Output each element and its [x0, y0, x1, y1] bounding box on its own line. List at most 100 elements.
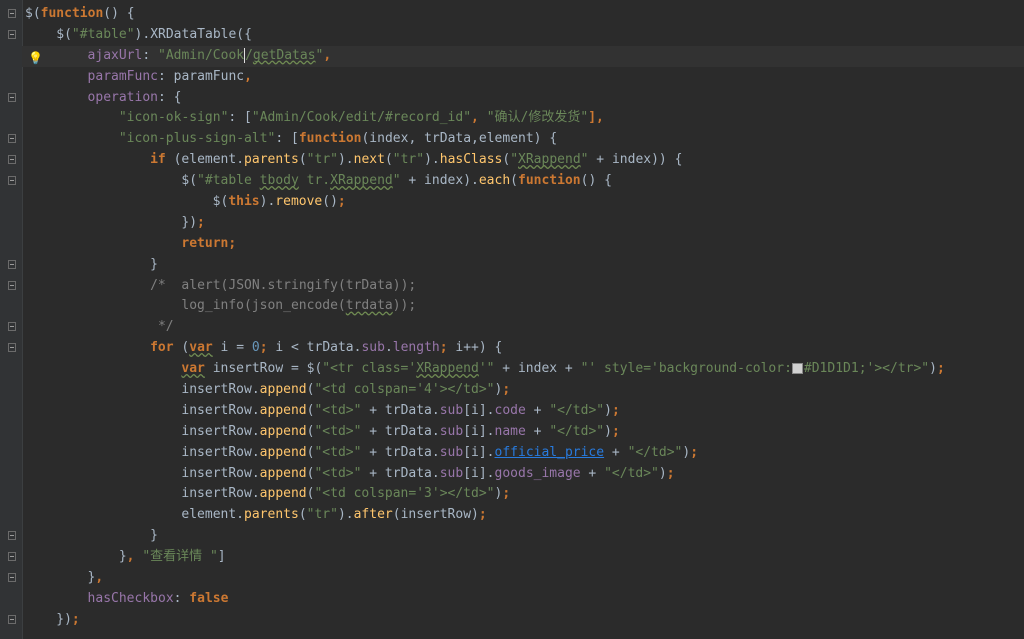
code-line[interactable]: $(function() {: [8, 4, 1024, 25]
fold-toggle-icon[interactable]: [8, 92, 16, 102]
fold-toggle-icon[interactable]: [8, 134, 16, 144]
code-line[interactable]: element.parents("tr").after(insertRow);: [24, 505, 1024, 526]
code-token: "Admin/Cook: [158, 47, 245, 63]
code-line-content: ajaxUrl: "Admin/Cook/getDatas",: [24, 46, 331, 67]
fold-toggle-icon[interactable]: [8, 343, 16, 353]
code-token: '": [478, 361, 495, 377]
code-line[interactable]: if (element.parents("tr").next("tr").has…: [8, 150, 1024, 171]
code-token: ,: [126, 549, 143, 565]
code-area[interactable]: $(function() {$("#table").XRDataTable({💡…: [8, 4, 1024, 631]
code-token: }): [181, 214, 198, 230]
code-token: .: [384, 340, 393, 356]
code-line[interactable]: insertRow.append("<td>" + trData.sub[i].…: [24, 464, 1024, 485]
code-token: parents: [244, 152, 299, 168]
color-swatch-icon[interactable]: [791, 363, 803, 375]
code-line[interactable]: paramFunc: paramFunc,: [24, 67, 1024, 88]
fold-toggle-icon[interactable]: [8, 155, 16, 165]
code-token: parents: [244, 507, 299, 523]
code-line[interactable]: });: [8, 610, 1024, 631]
code-line[interactable]: }, "查看详情 "]: [8, 547, 1024, 568]
fold-toggle-icon[interactable]: [8, 29, 16, 39]
code-token: ).: [424, 152, 440, 168]
code-token: goods_image: [494, 465, 581, 481]
code-line-content: insertRow.append("<td colspan='4'></td>"…: [24, 380, 510, 401]
code-line[interactable]: },: [8, 568, 1024, 589]
code-token: ;: [502, 486, 511, 502]
code-token: hasClass: [439, 152, 503, 168]
code-line-content: for (var i = 0; i < trData.sub.length; i…: [24, 338, 502, 359]
code-token: log_info(json_encode(: [181, 298, 346, 314]
code-token: () {: [103, 6, 135, 21]
code-line-content: hasCheckbox: false: [24, 589, 229, 610]
code-line[interactable]: hasCheckbox: false: [24, 589, 1024, 610]
code-line[interactable]: log_info(json_encode(trdata));: [24, 296, 1024, 317]
code-line-content: }: [24, 526, 158, 547]
code-line-content: $(function() {: [24, 4, 135, 25]
code-line[interactable]: /* alert(JSON.stringify(trData));: [8, 276, 1024, 297]
code-line[interactable]: */: [8, 317, 1024, 338]
code-token: after: [353, 507, 393, 523]
code-token: paramFunc: [87, 68, 158, 84]
fold-toggle-icon[interactable]: [8, 531, 16, 541]
code-line[interactable]: }: [8, 526, 1024, 547]
code-token: sub: [439, 423, 464, 439]
code-line[interactable]: for (var i = 0; i < trData.sub.length; i…: [8, 338, 1024, 359]
fold-toggle-icon[interactable]: [8, 259, 16, 269]
code-token: "</td>": [549, 402, 605, 418]
code-line-content: }, "查看详情 "]: [24, 547, 226, 568]
fold-toggle-icon[interactable]: [8, 322, 16, 332]
fold-toggle-icon[interactable]: [8, 552, 16, 562]
code-line[interactable]: "icon-ok-sign": ["Admin/Cook/edit/#recor…: [24, 108, 1024, 129]
fold-toggle-icon[interactable]: [8, 9, 16, 18]
code-line[interactable]: $(this).remove();: [24, 192, 1024, 213]
code-line-content: $(this).remove();: [24, 192, 346, 213]
code-token: i < trData.: [275, 340, 362, 356]
code-token: function: [40, 6, 104, 21]
code-token: "</td>": [604, 465, 659, 481]
code-token: 0: [251, 340, 260, 356]
code-line[interactable]: insertRow.append("<td>" + trData.sub[i].…: [24, 401, 1024, 422]
code-token: (: [384, 152, 393, 168]
code-token: operation: [87, 89, 158, 105]
code-line-content: if (element.parents("tr").next("tr").has…: [24, 150, 682, 171]
code-line[interactable]: "icon-plus-sign-alt": [function(index, t…: [8, 129, 1024, 150]
code-token: "<tr class=': [322, 361, 417, 377]
code-line[interactable]: 💡 ajaxUrl: "Admin/Cook/getDatas",: [22, 45, 1024, 69]
code-token: XRappend: [330, 173, 393, 189]
code-line[interactable]: operation: {: [8, 88, 1024, 109]
code-line-content: element.parents("tr").after(insertRow);: [24, 505, 486, 526]
code-line[interactable]: var insertRow = $("<tr class='XRappend'"…: [24, 359, 1024, 380]
code-token: : [: [228, 110, 252, 126]
fold-toggle-icon[interactable]: [8, 176, 16, 186]
code-token: ).XRDataTable({: [134, 26, 252, 42]
code-token: ): [929, 361, 937, 377]
fold-toggle-icon[interactable]: [8, 614, 16, 624]
code-token: "#table: [197, 173, 260, 189]
intention-bulb-icon[interactable]: 💡: [28, 48, 43, 69]
code-line[interactable]: insertRow.append("<td>" + trData.sub[i].…: [24, 422, 1024, 443]
code-token: }: [150, 256, 158, 272]
code-line[interactable]: $("#table tbody tr.XRappend" + index).ea…: [8, 171, 1024, 192]
code-line[interactable]: insertRow.append("<td colspan='3'></td>"…: [24, 484, 1024, 505]
code-editor[interactable]: $(function() {$("#table").XRDataTable({💡…: [0, 0, 1024, 639]
code-line[interactable]: }: [8, 255, 1024, 276]
fold-toggle-icon[interactable]: [8, 280, 16, 290]
code-line[interactable]: insertRow.append("<td colspan='4'></td>"…: [24, 380, 1024, 401]
code-token: official_price: [494, 444, 605, 460]
code-line[interactable]: insertRow.append("<td>" + trData.sub[i].…: [24, 443, 1024, 464]
code-token: :: [158, 68, 174, 84]
code-line[interactable]: return;: [24, 234, 1024, 255]
code-token: "tr": [392, 152, 425, 168]
code-token: }: [118, 549, 127, 565]
code-line-content: $("#table tbody tr.XRappend" + index).ea…: [24, 171, 612, 192]
fold-toggle-icon[interactable]: [8, 573, 16, 583]
code-line[interactable]: });: [24, 213, 1024, 234]
code-token: :: [173, 590, 190, 606]
code-line-content: /* alert(JSON.stringify(trData));: [24, 276, 416, 297]
code-line-content: insertRow.append("<td>" + trData.sub[i].…: [24, 464, 674, 485]
code-token: append: [259, 444, 307, 460]
code-token: #D1D1D1;'></tr>": [803, 361, 930, 377]
code-token: hasCheckbox: [87, 590, 174, 606]
code-token: function: [518, 173, 581, 189]
code-line[interactable]: $("#table").XRDataTable({: [8, 25, 1024, 46]
